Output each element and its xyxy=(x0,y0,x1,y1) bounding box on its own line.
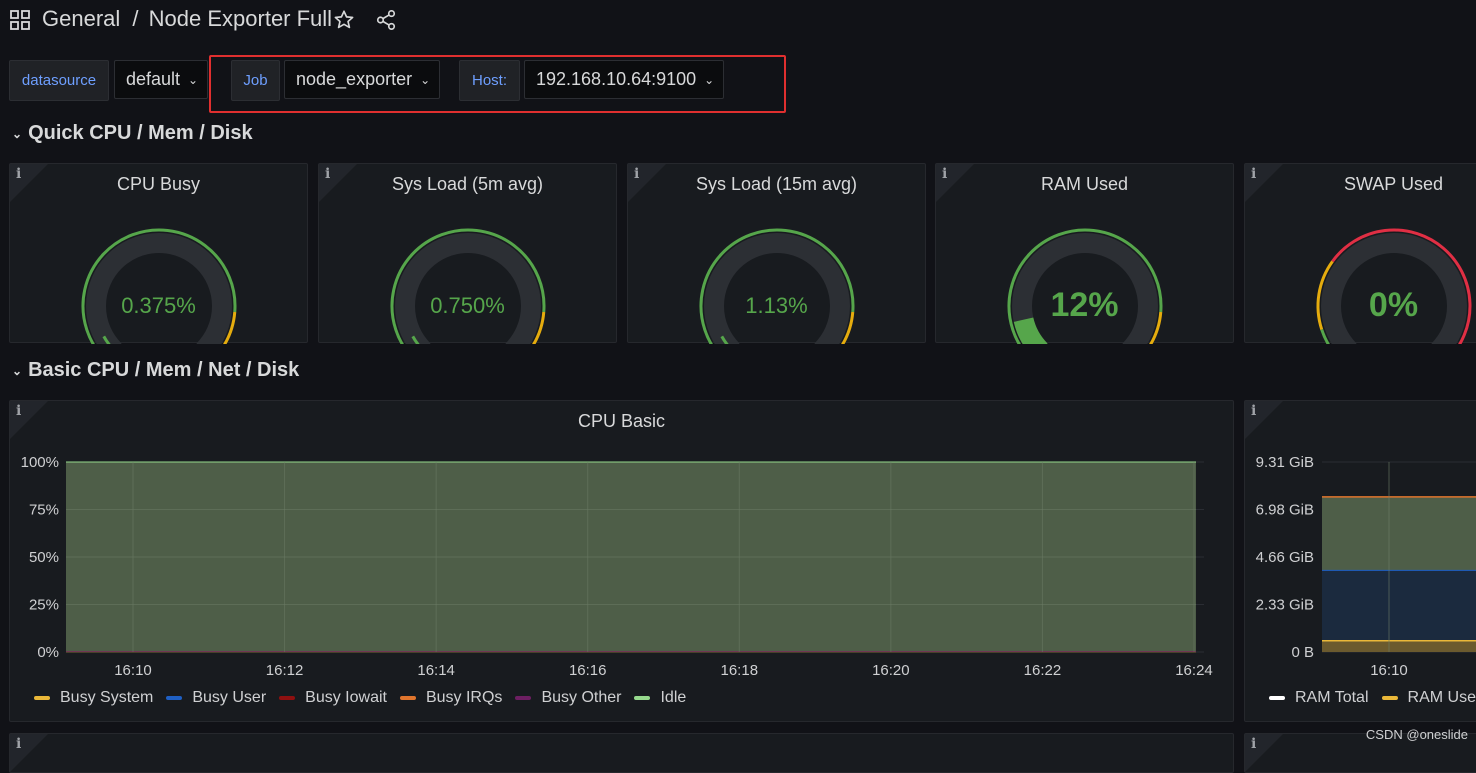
legend-item[interactable]: RAM Total xyxy=(1269,689,1369,707)
x-tick-label: 16:10 xyxy=(1370,662,1408,679)
gauge-value: 1.13% xyxy=(745,293,808,318)
row-quick-cpu-mem-disk[interactable]: ⌄ Quick CPU / Mem / Disk xyxy=(12,122,253,145)
x-tick-label: 16:12 xyxy=(266,662,304,679)
datasource-select[interactable]: default ⌄ xyxy=(114,60,208,99)
x-tick-label: 16:18 xyxy=(721,662,759,679)
y-tick-label: 25% xyxy=(29,597,59,614)
breadcrumb: General / Node Exporter Full xyxy=(42,6,332,32)
legend-swatch xyxy=(279,696,296,700)
cpu-basic-panel[interactable]: i CPU Basic 0% 25% 50% 75% 100% 16:10 16:12 16:… xyxy=(9,400,1234,722)
top-bar: General / Node Exporter Full xyxy=(0,0,1476,44)
legend-swatch xyxy=(166,696,183,700)
chevron-down-icon: ⌄ xyxy=(12,363,23,378)
x-tick-label: 16:16 xyxy=(569,662,607,679)
watermark: CSDN @oneslide xyxy=(1365,727,1468,742)
legend-label: Busy IRQs xyxy=(425,689,503,706)
host-label: Host: xyxy=(459,60,520,101)
breadcrumb-separator: / xyxy=(132,6,139,31)
gauge-value: 0.750% xyxy=(430,293,505,318)
host-value: 192.168.10.64:9100 xyxy=(536,69,697,89)
cpu-basic-chart: 0% 25% 50% 75% 100% 16:10 16:12 16:14 16:16 16:18… xyxy=(21,454,1213,679)
chevron-down-icon: ⌄ xyxy=(704,72,715,87)
x-tick-label: 16:20 xyxy=(872,662,910,679)
gauge-panel[interactable]: i CPU Busy 0.375% xyxy=(9,163,308,344)
legend-item[interactable]: Busy System xyxy=(34,689,153,707)
chevron-down-icon: ⌄ xyxy=(188,72,199,87)
datasource-value: default xyxy=(126,69,181,89)
legend-label: Idle xyxy=(660,689,687,706)
legend-item[interactable]: RAM Used xyxy=(1381,689,1476,707)
y-tick-label: 2.33 GiB xyxy=(1256,597,1314,614)
info-icon[interactable]: i xyxy=(16,736,21,752)
legend-item[interactable]: Busy Iowait xyxy=(279,689,387,707)
chevron-down-icon: ⌄ xyxy=(420,72,431,87)
row-basic-cpu-mem-net-disk[interactable]: ⌄ Basic CPU / Mem / Net / Disk xyxy=(12,359,299,382)
legend-item[interactable]: Busy IRQs xyxy=(399,689,503,707)
legend-swatch xyxy=(34,696,50,700)
host-select[interactable]: 192.168.10.64:9100 ⌄ xyxy=(524,60,724,99)
series-area xyxy=(1322,496,1476,571)
row-title: Basic CPU / Mem / Net / Disk xyxy=(28,359,300,381)
legend-item[interactable]: Busy Other xyxy=(515,689,621,707)
legend-item[interactable]: Busy User xyxy=(166,689,266,707)
gauge-value: 0.375% xyxy=(121,293,196,318)
y-tick-label: 75% xyxy=(29,502,59,519)
legend-swatch xyxy=(1269,696,1285,700)
legend-swatch xyxy=(634,696,651,700)
gauge-panel[interactable]: i Sys Load (15m avg) 1.13% xyxy=(627,163,926,344)
gauge-panel[interactable]: i RAM Used 12% xyxy=(935,163,1234,344)
legend-label: Busy User xyxy=(192,689,267,706)
datasource-label: datasource xyxy=(9,60,109,101)
y-tick-label: 0 B xyxy=(1291,644,1314,661)
job-select[interactable]: node_exporter ⌄ xyxy=(284,60,440,99)
legend-label: RAM Used xyxy=(1407,689,1476,706)
y-tick-label: 0% xyxy=(37,644,59,661)
breadcrumb-folder[interactable]: General xyxy=(42,6,120,31)
dashboards-icon[interactable] xyxy=(10,10,30,30)
series-area xyxy=(1322,640,1476,652)
star-icon[interactable] xyxy=(333,9,355,31)
y-tick-label: 6.98 GiB xyxy=(1256,502,1314,519)
row-title: Quick CPU / Mem / Disk xyxy=(28,122,253,144)
y-tick-label: 100% xyxy=(21,454,59,471)
page-title[interactable]: Node Exporter Full xyxy=(149,6,332,31)
legend-swatch xyxy=(515,696,532,700)
info-icon[interactable]: i xyxy=(1251,736,1256,752)
x-tick-label: 16:22 xyxy=(1024,662,1062,679)
gauge-value: 12% xyxy=(1050,286,1119,324)
series-area xyxy=(1322,570,1476,641)
job-value: node_exporter xyxy=(296,69,413,89)
gauge-panel[interactable]: i SWAP Used 0% xyxy=(1244,163,1476,344)
legend-swatch xyxy=(1381,696,1398,700)
y-tick-label: 50% xyxy=(29,549,59,566)
job-label: Job xyxy=(231,60,280,101)
memory-legend: RAM Total RAM Used xyxy=(1269,689,1476,707)
legend-label: RAM Total xyxy=(1295,689,1369,706)
x-tick-label: 16:10 xyxy=(114,662,152,679)
gauge-value: 0% xyxy=(1368,286,1419,324)
memory-basic-chart: 0 B 2.33 GiB 4.66 GiB 6.98 GiB 9.31 GiB 16:10 xyxy=(1256,454,1476,679)
x-tick-label: 16:14 xyxy=(417,662,455,679)
network-traffic-panel[interactable]: i xyxy=(9,733,1234,773)
y-tick-label: 4.66 GiB xyxy=(1256,549,1314,566)
legend-label: Busy System xyxy=(60,689,154,706)
legend-label: Busy Other xyxy=(541,689,622,706)
legend-item[interactable]: Idle xyxy=(634,689,686,707)
legend-swatch xyxy=(399,696,416,700)
y-tick-label: 9.31 GiB xyxy=(1256,454,1314,471)
legend-label: Busy Iowait xyxy=(305,689,387,706)
chevron-down-icon: ⌄ xyxy=(12,126,23,141)
gauge-panel[interactable]: i Sys Load (5m avg) 0.750% xyxy=(318,163,617,344)
cpu-legend: Busy System Busy User Busy Iowait Busy IRQs… xyxy=(34,689,699,707)
memory-basic-panel[interactable]: i 0 B 2.33 GiB 4.66 GiB 6.98 GiB 9.31 GiB 16:… xyxy=(1244,400,1476,722)
share-icon[interactable] xyxy=(375,9,397,31)
x-tick-label: 16:24 xyxy=(1175,662,1213,679)
